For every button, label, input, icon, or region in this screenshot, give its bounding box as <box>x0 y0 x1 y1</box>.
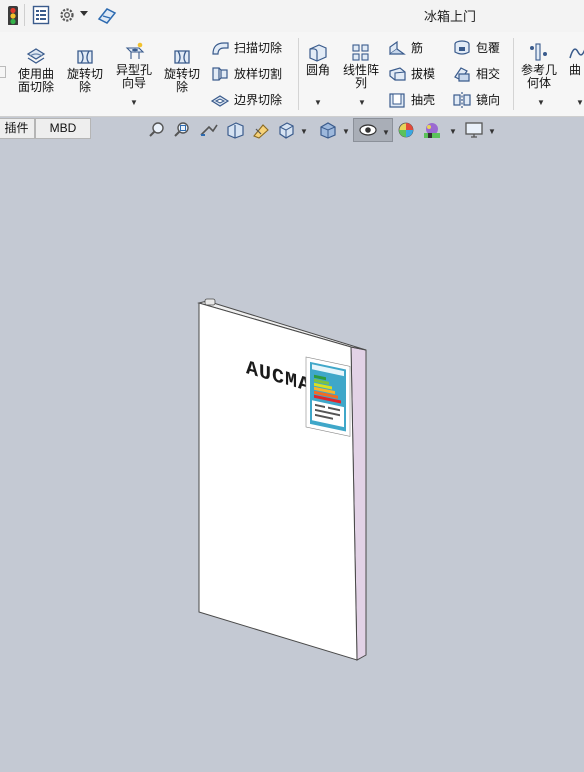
zoom-to-area-icon[interactable] <box>173 121 191 139</box>
document-title: 冰箱上门 <box>424 9 477 24</box>
gear-icon[interactable] <box>58 5 76 25</box>
revolve-cut-icon <box>77 50 93 64</box>
hinge-pin <box>204 298 216 306</box>
tab-add-ins[interactable]: 插件 <box>0 118 35 139</box>
dynamic-annotation-icon[interactable] <box>251 121 271 139</box>
linear-pattern-label-2: 列 <box>354 76 367 90</box>
section-view-icon[interactable] <box>225 121 245 139</box>
ribbon-separator <box>298 38 299 110</box>
view-settings-dropdown[interactable]: ▼ <box>488 127 496 136</box>
use-surface-cut-label-2: 面切除 <box>17 80 54 94</box>
edit-appearance-icon[interactable] <box>397 121 417 139</box>
reference-geometry-icon <box>530 43 547 61</box>
revolve-cut-icon <box>174 50 190 64</box>
hide-show-items-icon <box>359 124 377 136</box>
wrap-button[interactable]: 包覆 <box>452 37 512 59</box>
ribbon-separator <box>513 38 514 110</box>
use-surface-cut-button[interactable]: 使用曲 面切除 <box>14 46 58 94</box>
display-style-dropdown[interactable]: ▼ <box>342 127 350 136</box>
boundary-cut-icon <box>210 95 230 107</box>
hole-wizard-dropdown[interactable]: ▼ <box>130 98 138 107</box>
curves-icon <box>569 48 584 59</box>
view-orientation-dropdown[interactable]: ▼ <box>300 127 308 136</box>
rib-button[interactable]: 筋 <box>387 37 442 59</box>
shell-button[interactable]: 抽壳 <box>387 89 442 111</box>
hole-wizard-label-2: 向导 <box>121 76 146 90</box>
view-orientation-icon[interactable] <box>277 121 299 139</box>
apply-scene-icon[interactable] <box>422 121 444 139</box>
hole-wizard-button[interactable]: 异型孔 向导 <box>112 42 156 90</box>
reference-geometry-label-2: 何体 <box>526 76 551 90</box>
draft-label: 拔模 <box>411 67 436 81</box>
lofted-cut-button[interactable]: 放样切割 <box>210 63 295 85</box>
swept-cut-button[interactable]: 扫描切除 <box>210 37 295 59</box>
shell-label: 抽壳 <box>411 93 436 107</box>
boundary-cut-label: 边界切除 <box>234 93 283 107</box>
fillet-dropdown[interactable]: ▼ <box>314 98 322 107</box>
title-separator <box>24 4 25 26</box>
tab-mbd[interactable]: MBD <box>35 118 91 139</box>
hole-wizard-icon <box>125 42 145 59</box>
fillet-button[interactable]: 圆角 <box>302 42 334 77</box>
rib-icon <box>389 40 406 56</box>
title-bar: 冰箱上门 <box>0 0 584 33</box>
revolve-cut-2-button[interactable]: 旋转切 除 <box>161 46 203 94</box>
command-manager-ribbon: 使用曲 面切除 旋转切 除 异型孔 向导 ▼ 旋转切 除 扫描切除 放样切割 边… <box>0 32 584 117</box>
view-settings-icon[interactable] <box>464 121 484 139</box>
energy-label <box>305 356 351 437</box>
tab-and-heads-up-toolbar: 插件 MBD ▼ ▼ ▼ ▼ ▼ <box>0 117 584 145</box>
wrap-label: 包覆 <box>476 41 501 55</box>
revolve-cut-button[interactable]: 旋转切 除 <box>64 46 106 94</box>
lofted-cut-icon <box>212 67 228 81</box>
intersect-button[interactable]: 相交 <box>452 63 512 85</box>
apply-scene-dropdown[interactable]: ▼ <box>449 127 457 136</box>
pin-icon[interactable] <box>96 5 118 25</box>
properties-list-icon[interactable] <box>32 5 50 25</box>
ribbon-scroll-left[interactable] <box>0 66 6 78</box>
traffic-light-icon[interactable] <box>6 5 20 25</box>
hide-show-dropdown[interactable]: ▼ <box>382 128 390 137</box>
curves-label: 曲 <box>569 63 582 77</box>
fillet-label: 圆角 <box>305 63 330 77</box>
swept-cut-icon <box>212 42 229 55</box>
zoom-to-fit-icon[interactable] <box>148 121 166 139</box>
fillet-icon <box>309 44 327 62</box>
previous-view-icon[interactable] <box>199 121 219 139</box>
mirror-icon <box>453 92 471 108</box>
swept-cut-label: 扫描切除 <box>234 41 283 55</box>
draft-button[interactable]: 拔模 <box>387 63 442 85</box>
revolve-cut-2-label-2: 除 <box>175 80 188 94</box>
reference-geometry-button[interactable]: 参考几 何体 <box>517 42 561 90</box>
boundary-cut-button[interactable]: 边界切除 <box>210 89 295 111</box>
linear-pattern-icon <box>352 44 369 61</box>
curves-button[interactable]: 曲 <box>566 42 584 77</box>
linear-pattern-button[interactable]: 线性阵 列 <box>340 42 382 90</box>
mirror-label: 镜向 <box>476 93 501 107</box>
hide-show-items-button[interactable]: ▼ <box>353 118 393 142</box>
display-style-icon[interactable] <box>318 121 338 139</box>
intersect-label: 相交 <box>476 67 501 81</box>
curves-dropdown[interactable]: ▼ <box>576 98 584 107</box>
rib-label: 筋 <box>411 41 424 55</box>
mirror-button[interactable]: 镜向 <box>452 89 512 111</box>
linear-pattern-dropdown[interactable]: ▼ <box>358 98 366 107</box>
model-view: AUCMA <box>197 298 367 661</box>
draft-icon <box>389 67 406 81</box>
revolve-cut-label-2: 除 <box>78 80 91 94</box>
graphics-area[interactable]: AUCMA <box>0 145 584 772</box>
lofted-cut-label: 放样切割 <box>234 67 283 81</box>
door-front-face <box>198 302 358 661</box>
shell-icon <box>389 93 405 108</box>
reference-geometry-dropdown[interactable]: ▼ <box>537 98 545 107</box>
wrap-icon <box>454 40 470 55</box>
intersect-icon <box>454 67 470 82</box>
dropdown-caret-icon[interactable] <box>80 11 88 31</box>
surface-cut-icon <box>26 48 46 64</box>
